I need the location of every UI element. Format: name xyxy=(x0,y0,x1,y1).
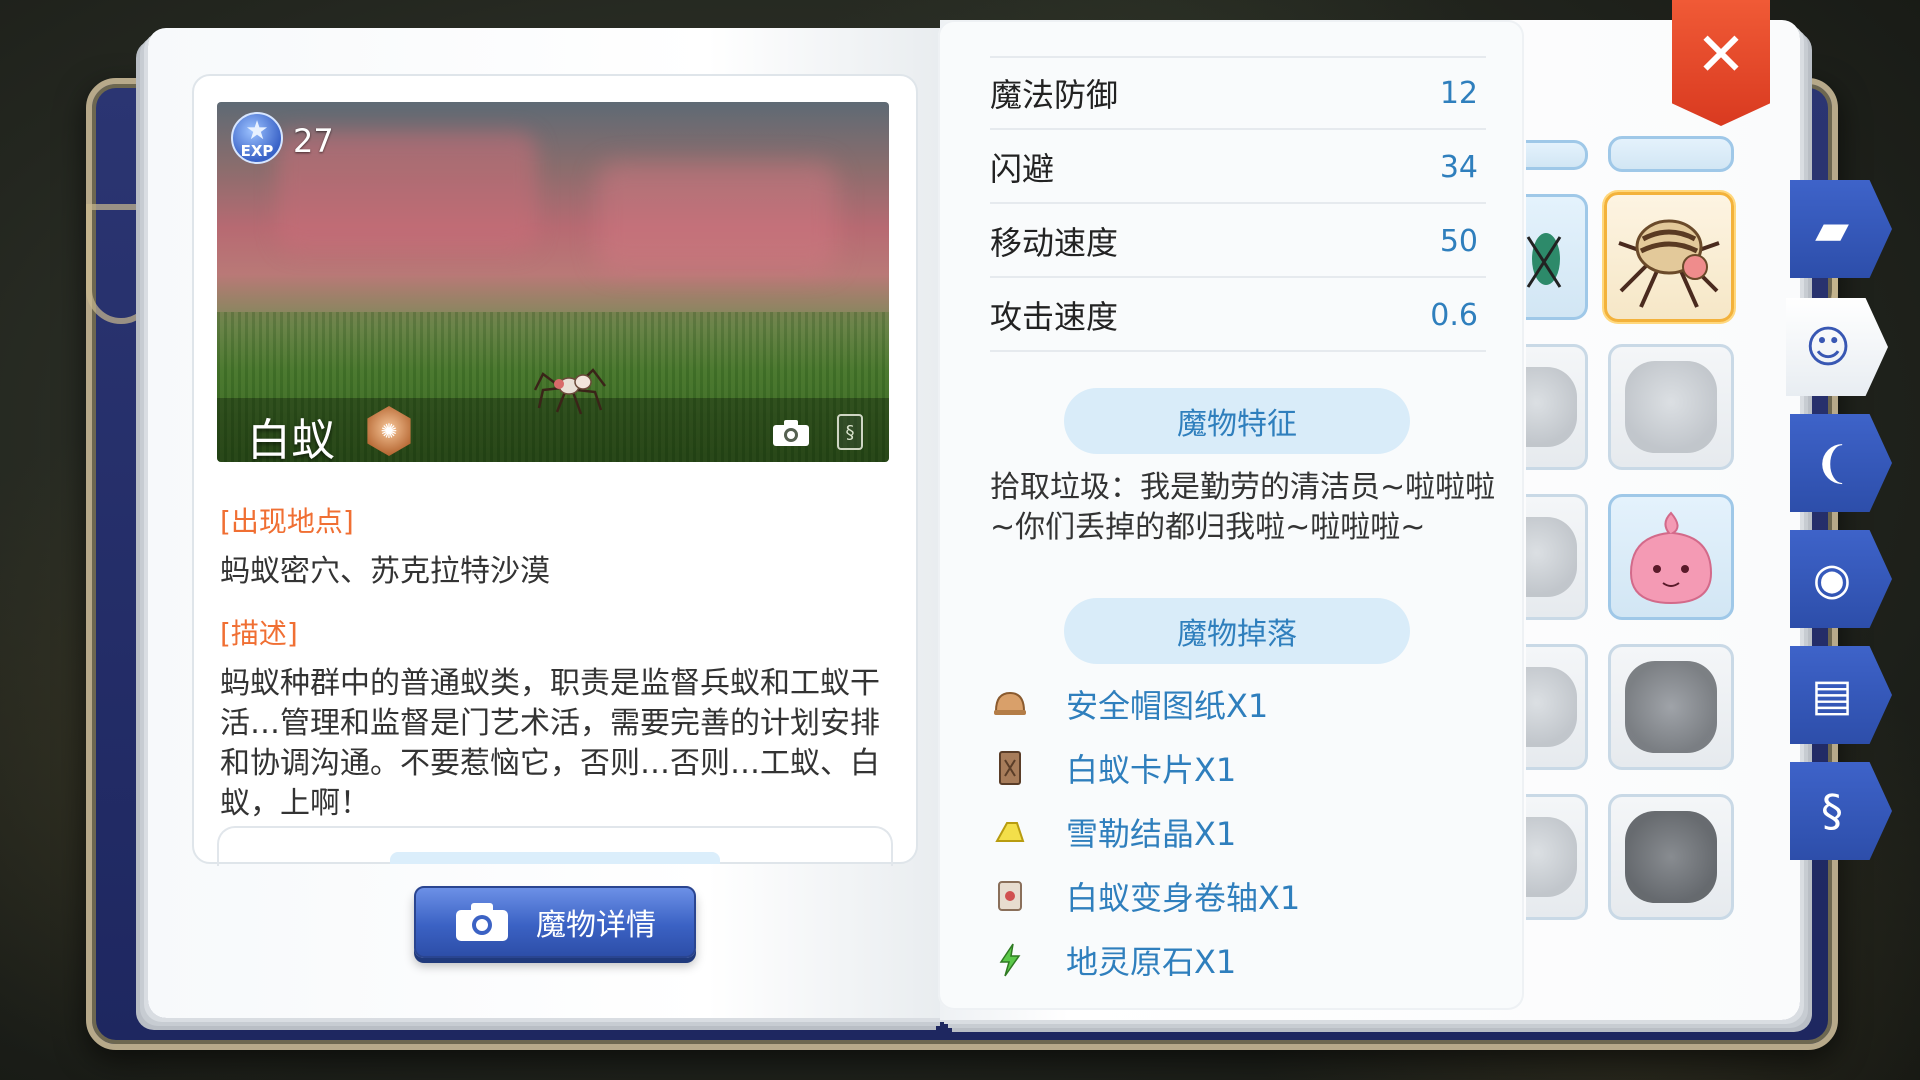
stat-row-evasion: 闪避 34 xyxy=(990,132,1486,204)
exp-value: 27 xyxy=(293,122,334,160)
card-icon: § xyxy=(1821,785,1843,837)
scroll-continuation-pill xyxy=(390,852,720,864)
location-text: 蚂蚁密穴、苏克拉特沙漠 xyxy=(220,554,550,589)
drop-item-name: 安全帽图纸X1 xyxy=(1066,687,1269,725)
stat-label: 魔法防御 xyxy=(990,76,1119,114)
monster-thumb[interactable] xyxy=(1526,794,1588,920)
camera-icon[interactable] xyxy=(771,418,811,448)
star-icon: ★ xyxy=(245,116,269,146)
drop-item-name: 雪勒结晶X1 xyxy=(1066,815,1237,853)
drop-item[interactable]: 白蚁变身卷轴X1 xyxy=(990,868,1490,924)
monster-feature-header: 魔物特征 xyxy=(1064,388,1410,454)
monster-preview: ★ EXP 27 白蚁 ✺ § xyxy=(217,102,889,462)
description-header: [描述] xyxy=(220,617,298,650)
monster-feature-text: 拾取垃圾：我是勤劳的清洁员~啦啦啦~你们丢掉的都归我啦~啦啦啦~ xyxy=(990,470,1496,545)
monster-detail-label: 魔物详情 xyxy=(536,908,656,943)
scroll-icon xyxy=(990,876,1030,916)
monster-thumb-selected[interactable] xyxy=(1604,192,1734,322)
stat-value: 12 xyxy=(1439,75,1478,111)
monster-thumb[interactable] xyxy=(1526,194,1588,320)
horns-icon: ❨ xyxy=(1813,437,1851,489)
monster-face-icon: ☺ xyxy=(1805,321,1851,373)
drop-item[interactable]: 安全帽图纸X1 xyxy=(990,676,1490,732)
open-book-icon: ▤ xyxy=(1811,669,1853,721)
earth-stone-icon xyxy=(990,940,1030,980)
stat-label: 闪避 xyxy=(990,150,1055,188)
monster-thumb[interactable] xyxy=(1608,494,1734,620)
description-text: 蚂蚁种群中的普通蚁类，职责是监督兵蚁和工蚁干活…管理和监督是门艺术活，需要完善的… xyxy=(220,666,880,821)
helmet-blueprint-icon xyxy=(990,684,1030,724)
monster-thumb[interactable] xyxy=(1526,494,1588,620)
stat-label: 攻击速度 xyxy=(990,298,1119,336)
stat-row-attack-speed: 攻击速度 0.6 xyxy=(990,280,1486,352)
book-icon: ▰ xyxy=(1815,203,1849,255)
close-icon: ✕ xyxy=(1695,20,1747,90)
drop-item-name: 白蚁卡片X1 xyxy=(1066,751,1237,789)
monster-thumb[interactable] xyxy=(1526,644,1588,770)
drop-item[interactable]: 白蚁卡片X1 xyxy=(990,740,1490,796)
drop-item-name: 白蚁变身卷轴X1 xyxy=(1066,879,1301,917)
monster-thumb[interactable] xyxy=(1608,136,1734,172)
monster-card-icon[interactable]: § xyxy=(837,414,863,450)
monster-name: 白蚁 xyxy=(247,415,335,462)
monster-model xyxy=(533,368,606,415)
stat-value: 34 xyxy=(1439,149,1478,185)
head-icon: ◉ xyxy=(1812,553,1852,605)
drop-item[interactable]: 地灵原石X1 xyxy=(990,932,1490,988)
card-icon xyxy=(990,748,1030,788)
drop-item[interactable]: 雪勒结晶X1 xyxy=(990,804,1490,860)
background-blur xyxy=(597,162,837,272)
drop-item-name: 地灵原石X1 xyxy=(1066,943,1237,981)
exp-label: EXP xyxy=(240,142,274,160)
crystal-icon xyxy=(990,812,1030,852)
stat-value: 50 xyxy=(1439,223,1478,259)
monster-thumb[interactable] xyxy=(1608,794,1734,920)
monster-thumb[interactable] xyxy=(1526,140,1588,170)
monster-drops-header: 魔物掉落 xyxy=(1064,598,1410,664)
monster-thumb[interactable] xyxy=(1526,344,1588,470)
monster-thumb[interactable] xyxy=(1608,644,1734,770)
monster-thumb[interactable] xyxy=(1608,344,1734,470)
cover-ornament xyxy=(86,204,156,324)
camera-icon xyxy=(456,903,508,941)
stat-row-magic-defense: 魔法防御 12 xyxy=(990,58,1486,130)
monster-detail-button[interactable]: 魔物详情 xyxy=(414,886,696,958)
exp-badge: ★ EXP xyxy=(231,112,283,164)
close-button[interactable]: ✕ xyxy=(1672,0,1770,126)
stat-value: 0.6 xyxy=(1430,297,1478,333)
stat-label: 移动速度 xyxy=(990,224,1119,262)
stat-row-move-speed: 移动速度 50 xyxy=(990,206,1486,278)
location-header: [出现地点] xyxy=(220,505,354,538)
